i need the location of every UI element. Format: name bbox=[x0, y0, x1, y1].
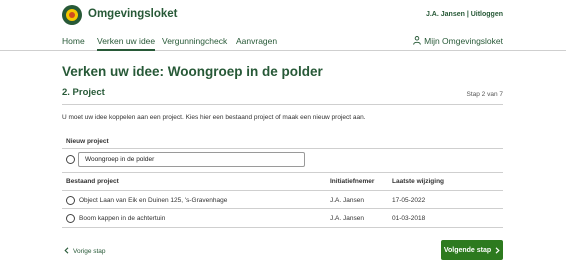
user-logout-link[interactable]: J.A. Jansen | Uitloggen bbox=[426, 11, 503, 18]
col-header-laatste-wijziging: Laatste wijziging bbox=[392, 178, 445, 185]
logo-icon[interactable] bbox=[62, 5, 82, 25]
project-name: Object Laan van Eik en Duinen 125, 's-Gr… bbox=[79, 197, 228, 204]
brand-name[interactable]: Omgevingsloket bbox=[88, 8, 177, 20]
project-date: 01-03-2018 bbox=[392, 215, 426, 222]
page-title: Verken uw idee: Woongroep in de polder bbox=[62, 64, 323, 79]
nav-item-aanvragen[interactable]: Aanvragen bbox=[236, 36, 277, 49]
col-header-project: Bestaand project bbox=[66, 178, 119, 185]
step-indicator: Stap 2 van 7 bbox=[466, 91, 504, 98]
previous-step-label: Vorige stap bbox=[73, 248, 106, 255]
divider bbox=[62, 148, 503, 149]
new-project-label: Nieuw project bbox=[66, 138, 109, 145]
col-header-initiatiefnemer: Initiatiefnemer bbox=[330, 178, 375, 185]
project-radio[interactable] bbox=[66, 196, 75, 205]
project-owner: J.A. Jansen bbox=[330, 197, 364, 204]
instruction-text: U moet uw idee koppelen aan een project.… bbox=[62, 114, 366, 121]
new-project-radio[interactable] bbox=[66, 155, 75, 164]
chevron-left-icon bbox=[64, 247, 69, 254]
section-title: 2. Project bbox=[62, 87, 105, 98]
previous-step-link[interactable]: Vorige stap bbox=[64, 247, 106, 255]
project-name: Boom kappen in de achtertuin bbox=[79, 215, 166, 222]
divider bbox=[62, 190, 503, 191]
nav-account-label: Mijn Omgevingsloket bbox=[424, 36, 503, 46]
divider bbox=[62, 227, 503, 228]
nav-item-mijn-omgevingsloket[interactable]: Mijn Omgevingsloket bbox=[413, 36, 503, 46]
new-project-name-input[interactable] bbox=[78, 152, 305, 167]
divider bbox=[62, 172, 503, 173]
person-icon bbox=[413, 36, 421, 45]
chevron-right-icon bbox=[495, 246, 500, 254]
divider bbox=[62, 208, 503, 209]
project-radio[interactable] bbox=[66, 214, 75, 223]
nav-item-home[interactable]: Home bbox=[62, 36, 85, 49]
next-step-button[interactable]: Volgende stap bbox=[441, 240, 503, 260]
next-step-label: Volgende stap bbox=[443, 246, 492, 254]
nav-item-verken-uw-idee[interactable]: Verken uw idee bbox=[97, 36, 156, 51]
project-date: 17-05-2022 bbox=[392, 197, 426, 204]
nav-item-vergunningcheck[interactable]: Vergunningcheck bbox=[162, 36, 227, 49]
project-owner: J.A. Jansen bbox=[330, 215, 364, 222]
divider bbox=[62, 104, 503, 105]
site-header: Omgevingsloket J.A. Jansen | Uitloggen bbox=[0, 0, 566, 34]
main-nav: Home Verken uw idee Vergunningcheck Aanv… bbox=[0, 34, 566, 51]
